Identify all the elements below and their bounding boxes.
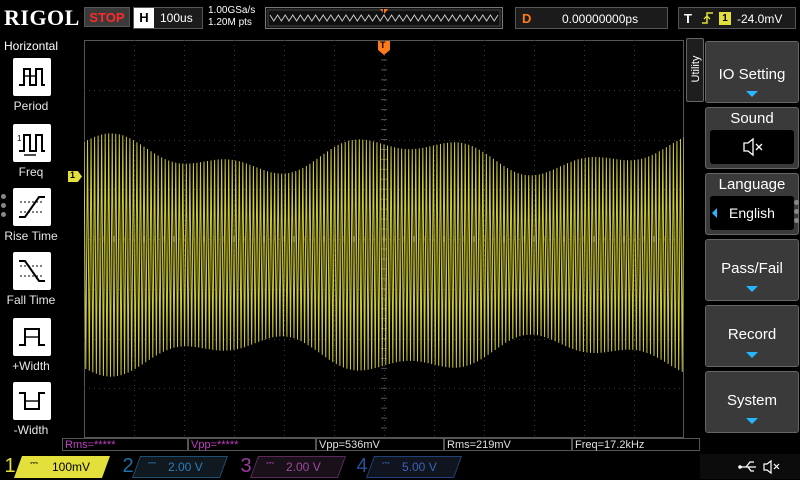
sound-button[interactable]: Sound bbox=[705, 107, 799, 169]
measurement-result[interactable]: Rms=219mV bbox=[444, 438, 572, 451]
horizontal-delay-display[interactable]: D 0.00000000ps bbox=[515, 7, 668, 29]
channel3-status[interactable]: 3 ⎓ 2.00 V bbox=[236, 454, 348, 479]
measure-positive-width-label: +Width bbox=[12, 359, 50, 373]
menu-title-tab: Utility bbox=[686, 38, 704, 102]
trigger-level: -24.0mV bbox=[737, 12, 783, 26]
measure-period-button[interactable]: Period bbox=[2, 58, 60, 118]
measure-rise-time-button[interactable]: Rise Time bbox=[2, 188, 60, 248]
channel2-status[interactable]: 2 ⎓ 2.00 V bbox=[118, 454, 230, 479]
memory-overview: T bbox=[265, 7, 503, 29]
usb-icon bbox=[738, 461, 756, 472]
language-value-box: English bbox=[710, 196, 794, 230]
record-button[interactable]: Record bbox=[705, 305, 799, 367]
measure-freq-label: Freq bbox=[18, 165, 44, 179]
measurement-result[interactable]: Freq=17.2kHz bbox=[572, 438, 700, 451]
channel2-scale: 2.00 V bbox=[168, 460, 203, 474]
language-button[interactable]: Language English bbox=[705, 173, 799, 235]
chevron-down-icon bbox=[746, 91, 758, 97]
trigger-position-label: T bbox=[380, 40, 386, 50]
speaker-muted-icon bbox=[763, 459, 780, 475]
trigger-label: T bbox=[684, 11, 692, 26]
negative-width-icon bbox=[13, 382, 51, 420]
channel1-offset-marker[interactable]: 1 bbox=[68, 171, 82, 182]
sound-label: Sound bbox=[730, 110, 774, 127]
status-icon-area bbox=[700, 454, 800, 479]
measure-fall-time-button[interactable]: Fall Time bbox=[2, 252, 60, 312]
channel1-scale: 100mV bbox=[52, 460, 91, 474]
measure-positive-width-button[interactable]: +Width bbox=[2, 318, 60, 378]
acquisition-info: 1.00GSa/s 1.20M pts bbox=[208, 5, 255, 29]
measurement-results-bar: Rms=***** Vpp=***** Vpp=536mV Rms=219mV … bbox=[62, 438, 702, 452]
chevron-down-icon bbox=[746, 418, 758, 424]
measure-freq-button[interactable]: 1 Freq bbox=[2, 124, 60, 184]
io-setting-label: IO Setting bbox=[718, 66, 786, 83]
language-label: Language bbox=[718, 176, 786, 193]
fall-time-icon bbox=[13, 252, 51, 290]
utility-menu-panel: Utility IO Setting Sound Language Englis… bbox=[686, 38, 800, 438]
measure-period-label: Period bbox=[13, 99, 49, 113]
rising-edge-icon bbox=[701, 10, 715, 29]
svg-text:1: 1 bbox=[17, 134, 22, 143]
panel-title: Horizontal bbox=[3, 39, 59, 53]
channel4-scale: 5.00 V bbox=[402, 460, 437, 474]
chevron-down-icon bbox=[746, 286, 758, 292]
timebase-value: 100us bbox=[160, 11, 193, 25]
measure-fall-time-label: Fall Time bbox=[6, 293, 56, 307]
positive-width-icon bbox=[13, 318, 51, 356]
measure-negative-width-label: -Width bbox=[13, 423, 49, 437]
timebase-display[interactable]: H 100us bbox=[133, 7, 203, 29]
waveform-display[interactable]: T bbox=[83, 39, 685, 439]
trigger-source-badge: 1 bbox=[719, 12, 731, 25]
timebase-label: H bbox=[134, 8, 154, 28]
brand-logo: RIGOL bbox=[4, 5, 80, 30]
memory-depth: 1.20M pts bbox=[208, 17, 252, 28]
record-label: Record bbox=[727, 326, 777, 343]
system-button[interactable]: System bbox=[705, 371, 799, 433]
dc-coupling-icon: ⎓ bbox=[266, 458, 274, 469]
measurement-result[interactable]: Vpp=536mV bbox=[316, 438, 444, 451]
channel-status-bar: 1 ⎓ 100mV 2 ⎓ 2.00 V 3 ⎓ 2.00 V 4 ⎓ 5.00… bbox=[0, 452, 800, 480]
measurement-result[interactable]: Vpp=***** bbox=[188, 438, 316, 451]
pass-fail-button[interactable]: Pass/Fail bbox=[705, 239, 799, 301]
measure-rise-time-label: Rise Time bbox=[4, 229, 58, 243]
memory-trigger-marker: T bbox=[381, 7, 386, 16]
measure-negative-width-button[interactable]: -Width bbox=[2, 382, 60, 442]
sample-rate: 1.00GSa/s bbox=[208, 5, 256, 16]
page-indicator bbox=[794, 200, 799, 227]
page-indicator bbox=[1, 194, 7, 221]
trigger-display[interactable]: T 1 -24.0mV bbox=[678, 7, 796, 29]
channel1-offset-label: 1 bbox=[70, 170, 76, 180]
period-icon bbox=[13, 58, 51, 96]
sound-value-box bbox=[710, 130, 794, 164]
dc-coupling-icon: ⎓ bbox=[382, 458, 390, 469]
freq-icon: 1 bbox=[13, 124, 51, 162]
run-stop-status[interactable]: STOP bbox=[84, 7, 130, 27]
chevron-down-icon bbox=[746, 352, 758, 358]
channel3-scale: 2.00 V bbox=[286, 460, 321, 474]
speaker-muted-icon bbox=[743, 137, 763, 157]
delay-label: D bbox=[522, 11, 532, 26]
channel1-status[interactable]: 1 ⎓ 100mV bbox=[0, 454, 112, 479]
measurement-result[interactable]: Rms=***** bbox=[62, 438, 188, 451]
channel4-status[interactable]: 4 ⎓ 5.00 V bbox=[352, 454, 464, 479]
waveform-grid bbox=[83, 39, 685, 439]
menu-title: Utility bbox=[690, 55, 702, 83]
system-label: System bbox=[726, 392, 777, 409]
top-status-bar: RIGOL STOP H 100us 1.00GSa/s 1.20M pts T… bbox=[0, 0, 800, 38]
pass-fail-label: Pass/Fail bbox=[721, 260, 783, 277]
horizontal-measure-panel: Horizontal Period 1 Freq Rise Time Fall … bbox=[0, 38, 62, 438]
io-setting-button[interactable]: IO Setting bbox=[705, 41, 799, 103]
dc-coupling-icon: ⎓ bbox=[148, 458, 156, 469]
dc-coupling-icon: ⎓ bbox=[30, 458, 38, 469]
language-value: English bbox=[729, 205, 775, 221]
delay-value: 0.00000000ps bbox=[562, 12, 639, 26]
rise-time-icon bbox=[13, 188, 51, 226]
